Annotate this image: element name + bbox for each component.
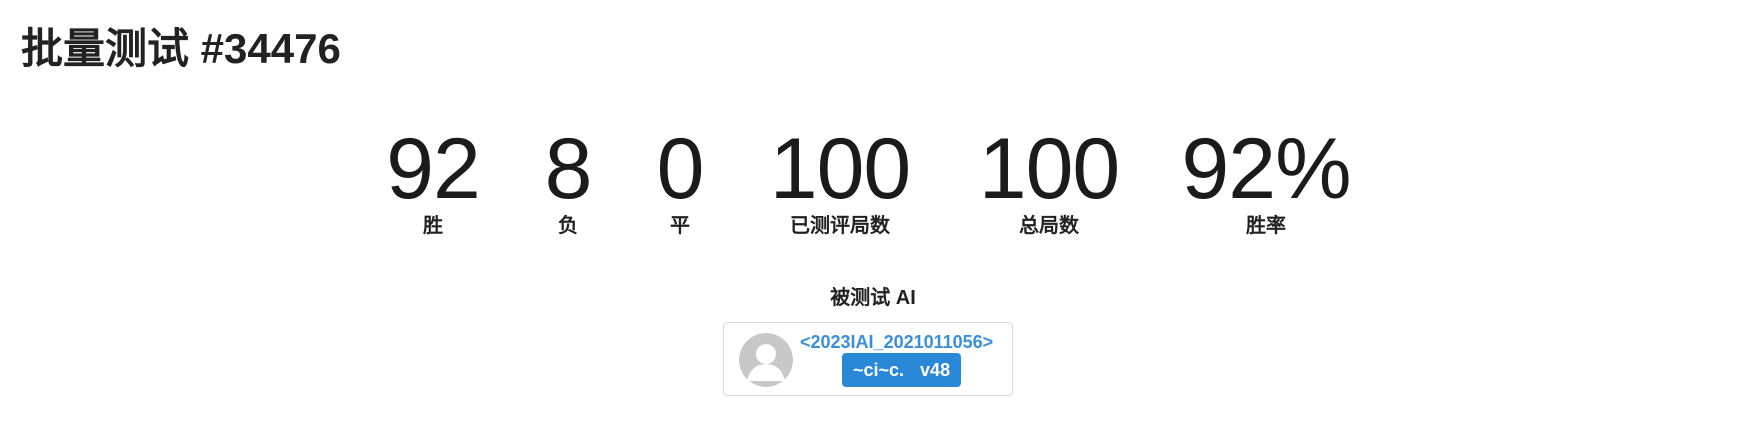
ai-version-badge[interactable]: ~ci~c. v48 (842, 353, 962, 387)
stat-label: 平 (670, 215, 690, 237)
page-title: 批量测试 #34476 (21, 25, 341, 72)
tested-ai-card[interactable]: <2023IAI_2021011056> ~ci~c. v48 (723, 322, 1013, 396)
stat-value: 100 (978, 121, 1120, 217)
stat-value: 92 (386, 121, 481, 217)
stat-value: 8 (544, 121, 593, 217)
ai-author: ~ci~c. (853, 360, 905, 380)
stat-win-rate: 92% 胜率 (1181, 121, 1351, 238)
stat-value: 100 (769, 121, 911, 217)
avatar-silhouette (739, 333, 793, 387)
stat-label: 负 (558, 215, 578, 237)
ai-name-link[interactable]: <2023IAI_2021011056> (800, 331, 993, 353)
ai-version: v48 (920, 360, 951, 380)
stat-draws: 0 平 (656, 121, 705, 238)
stat-value: 92% (1181, 121, 1351, 217)
stat-total-games: 100 总局数 (979, 126, 1120, 238)
tested-ai-heading: 被测试 AI (830, 287, 916, 309)
stat-evaluated-games: 100 已测评局数 (770, 126, 911, 238)
stat-losses: 8 负 (544, 121, 593, 238)
stat-label: 已测评局数 (790, 215, 890, 237)
stat-wins: 92 胜 (386, 121, 481, 238)
stats-summary: 92 胜 8 负 0 平 100 已测评局数 100 总局数 92% 胜率 (0, 126, 1746, 246)
stat-label: 胜 (422, 215, 443, 237)
tested-ai-section: 被测试 AI <2023IAI_2021011056> ~ci~c. v48 (0, 286, 1746, 396)
stat-label: 总局数 (1019, 215, 1079, 237)
stat-label: 胜率 (1245, 215, 1286, 237)
stat-value: 0 (656, 121, 705, 217)
batch-test-page: 批量测试 #34476 92 胜 8 负 0 平 100 已测评局数 100 总… (0, 0, 1746, 423)
default-user-avatar-icon (739, 333, 793, 387)
